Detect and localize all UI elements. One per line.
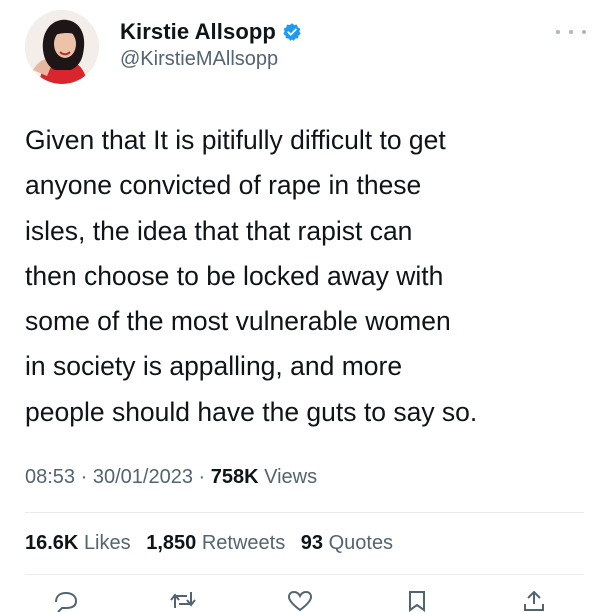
more-dot <box>582 30 586 34</box>
retweet-icon[interactable] <box>167 588 199 612</box>
tweet-date[interactable]: 30/01/2023 <box>93 466 193 488</box>
bookmark-icon[interactable] <box>401 588 433 612</box>
retweets-stat[interactable]: 1,850 Retweets <box>146 532 285 554</box>
tweet-time[interactable]: 08:53 <box>25 466 75 488</box>
retweets-count: 1,850 <box>146 532 197 554</box>
verified-badge-icon <box>283 23 301 41</box>
avatar-image <box>25 10 99 84</box>
user-handle[interactable]: @KirstieMAllsopp <box>120 48 278 71</box>
likes-count: 16.6K <box>25 532 79 554</box>
tweet: Kirstie Allsopp @KirstieMAllsopp Given t… <box>0 0 609 612</box>
divider <box>25 512 584 513</box>
action-bar <box>50 588 550 612</box>
views-label: Views <box>264 466 318 488</box>
meta-separator: · <box>75 466 93 488</box>
like-icon[interactable] <box>284 588 316 612</box>
retweets-label: Retweets <box>201 532 286 554</box>
quotes-stat[interactable]: 93 Quotes <box>301 532 393 554</box>
tweet-text: Given that It is pitifully difficult to … <box>25 125 478 427</box>
tweet-meta: 08:53 · 30/01/2023 · 758K Views <box>25 466 317 489</box>
share-icon[interactable] <box>518 588 550 612</box>
name-row: Kirstie Allsopp <box>120 17 302 47</box>
views-count: 758K <box>210 466 259 488</box>
quotes-count: 93 <box>300 532 324 554</box>
more-options-icon[interactable] <box>556 24 586 40</box>
reply-icon[interactable] <box>50 588 82 612</box>
engagement-stats: 16.6K Likes 1,850 Retweets 93 Quotes <box>25 532 403 555</box>
avatar[interactable] <box>25 10 99 84</box>
quotes-label: Quotes <box>328 532 394 554</box>
more-dot <box>569 30 573 34</box>
display-name[interactable]: Kirstie Allsopp <box>120 19 276 45</box>
likes-stat[interactable]: 16.6K Likes <box>25 532 131 554</box>
divider <box>25 574 584 575</box>
more-dot <box>556 30 560 34</box>
meta-separator: · <box>192 466 211 488</box>
likes-label: Likes <box>83 532 131 554</box>
